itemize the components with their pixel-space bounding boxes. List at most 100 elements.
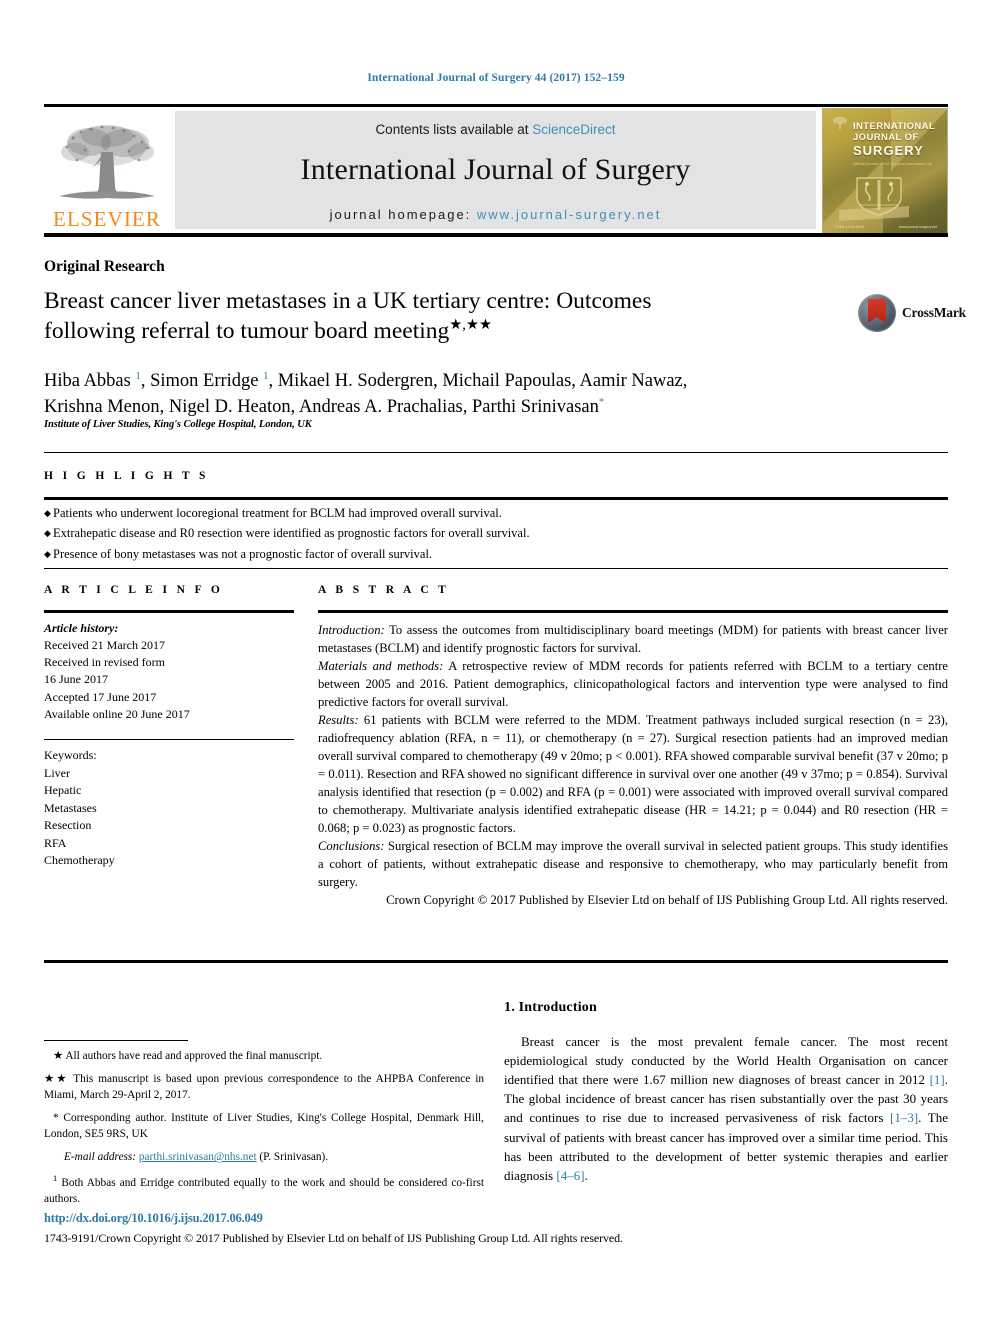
crossmark-label: CrossMark (902, 305, 966, 320)
doi-link[interactable]: http://dx.doi.org/10.1016/j.ijsu.2017.06… (44, 1211, 263, 1226)
sciencedirect-link[interactable]: ScienceDirect (532, 122, 615, 137)
keywords-block: Keywords: Liver Hepatic Metastases Resec… (44, 747, 294, 870)
footnotes-column: ★ All authors have read and approved the… (44, 1040, 484, 1214)
abstract-section: Results: 61 patients with BCLM were refe… (318, 711, 948, 837)
crossmark-circle-icon (858, 294, 896, 332)
cover-title-line2: JOURNAL OF (853, 132, 919, 144)
author-list: Hiba Abbas 1, Simon Erridge 1, Mikael H.… (44, 368, 844, 421)
cover-footer-right: www.journal-surgery.net (898, 225, 937, 229)
article-title-line2: following referral to tumour board meeti… (44, 318, 450, 345)
abstract-section-lead: Introduction: (318, 622, 385, 637)
elsevier-wordmark: ELSEVIER (53, 207, 161, 231)
cover-ribbon (839, 206, 909, 221)
history-line: Received in revised form (44, 655, 165, 670)
email-address-suffix: (P. Srinivasan). (256, 1151, 329, 1164)
bullet-icon: ◆ (44, 548, 51, 559)
keyword-item: Hepatic (44, 783, 82, 798)
introduction-column: 1. Introduction Breast cancer is the mos… (504, 1000, 948, 1185)
abstract-section: Introduction: To assess the outcomes fro… (318, 621, 948, 657)
keyword-item: Resection (44, 818, 92, 833)
masthead-center-panel: Contents lists available at ScienceDirec… (175, 111, 816, 229)
cover-subtitle: Official journal of the Surgical Associa… (853, 161, 932, 166)
author-affiliation: Institute of Liver Studies, King's Colle… (44, 419, 312, 430)
highlight-item: ◆ Presence of bony metastases was not a p… (44, 544, 948, 564)
author-line-1: Hiba Abbas 1, Simon Erridge 1, Mikael H.… (44, 369, 688, 391)
article-history-block: Article history: Received 21 March 2017 … (44, 620, 294, 724)
article-history-label: Article history: (44, 620, 119, 635)
abstract-section-lead: Materials and methods: (318, 658, 444, 673)
email-address-link[interactable]: parthi.srinivasan@nhs.net (139, 1151, 257, 1163)
keyword-item: RFA (44, 835, 67, 850)
article-title: Breast cancer liver metastases in a UK t… (44, 286, 834, 346)
history-line: 16 June 2017 (44, 672, 108, 687)
abstract-section-text: To assess the outcomes from multidiscipl… (318, 622, 948, 655)
cover-title-line1: INTERNATIONAL (853, 121, 936, 132)
footnote-separator-rule (44, 1040, 188, 1041)
elsevier-logo: ELSEVIER (46, 110, 168, 230)
journal-title: International Journal of Surgery (300, 153, 691, 186)
highlights-top-rule (44, 452, 948, 453)
abstract-section-text: Surgical resection of BCLM may improve t… (318, 838, 948, 889)
keyword-item: Chemotherapy (44, 853, 115, 868)
journal-homepage-link[interactable]: www.journal-surgery.net (477, 207, 661, 222)
abstract-section: Conclusions: Surgical resection of BCLM … (318, 837, 948, 891)
introduction-paragraph: Breast cancer is the most prevalent fema… (504, 1032, 948, 1185)
citation-ref[interactable]: [1–3] (890, 1110, 918, 1125)
highlights-mid-rule (44, 497, 948, 500)
contents-available-line: Contents lists available at ScienceDirec… (175, 111, 816, 137)
article-type-label: Original Research (44, 258, 165, 275)
journal-cover-thumbnail: INTERNATIONAL JOURNAL OF SURGERY Officia… (822, 108, 948, 234)
footnote-equal-contribution: 1 Both Abbas and Erridge contributed equ… (44, 1172, 484, 1207)
bullet-icon: ◆ (44, 508, 51, 518)
history-line: Received 21 March 2017 (44, 637, 165, 652)
elsevier-tree-icon (59, 125, 155, 199)
contents-prefix: Contents lists available at (375, 122, 533, 137)
keywords-label: Keywords: (44, 748, 97, 763)
footnote-equal-contribution-text: Both Abbas and Erridge contributed equal… (44, 1176, 484, 1205)
highlight-text: Presence of bony metastases was not a pr… (53, 546, 433, 561)
author-line-2: Krishna Menon, Nigel D. Heaton, Andreas … (44, 396, 605, 418)
history-line: Available online 20 June 2017 (44, 706, 190, 721)
abstract-rule (318, 610, 948, 613)
article-info-heading: A R T I C L E I N F O (44, 584, 224, 596)
abstract-heading: A B S T R A C T (318, 584, 450, 596)
footnote-double-star: ★★ This manuscript is based upon previou… (44, 1073, 484, 1102)
email-address-label: E-mail address: (64, 1151, 137, 1164)
cover-elsevier-icon (832, 116, 848, 130)
footnote-star: ★ All authors have read and approved the… (53, 1050, 323, 1062)
footnote-corresponding-author: * Corresponding author. Institute of Liv… (44, 1112, 484, 1141)
keyword-item: Liver (44, 765, 70, 780)
intro-text-part: Breast cancer is the most prevalent fema… (504, 1034, 948, 1088)
abstract-body: Introduction: To assess the outcomes fro… (318, 621, 948, 909)
masthead-bottom-rule (44, 233, 948, 237)
abstract-column: A B S T R A C T Introduction: To assess … (318, 584, 948, 909)
highlights-bottom-rule (44, 568, 948, 569)
abstract-section-text: 61 patients with BCLM were referred to t… (318, 712, 948, 835)
crossmark-bookmark-icon (868, 299, 886, 323)
history-line: Accepted 17 June 2017 (44, 689, 157, 704)
cover-footer-left: ISSN 1743-9191 (835, 225, 865, 229)
citation-ref[interactable]: [1] (930, 1072, 945, 1087)
keywords-rule (44, 739, 294, 741)
journal-article-page: International Journal of Surgery 44 (201… (0, 0, 992, 1323)
journal-homepage-line: journal homepage: www.journal-surgery.ne… (175, 207, 816, 222)
homepage-prefix: journal homepage: (329, 207, 477, 222)
article-info-rule (44, 610, 294, 613)
abstract-copyright: Crown Copyright © 2017 Published by Else… (386, 892, 948, 907)
highlight-item: ◆ Extrahepatic disease and R0 resection w… (44, 523, 948, 543)
highlights-heading: H I G H L I G H T S (44, 470, 209, 482)
citation-ref[interactable]: [4–6] (556, 1168, 584, 1183)
article-info-column: A R T I C L E I N F O Article history: R… (44, 584, 294, 870)
intro-text-part: . (584, 1167, 588, 1183)
running-head: International Journal of Surgery 44 (201… (367, 72, 625, 84)
highlights-list: ◆ Patients who underwent locoregional tre… (44, 503, 948, 564)
highlight-text: Patients who underwent locoregional trea… (53, 506, 502, 520)
footer-copyright: 1743-9191/Crown Copyright © 2017 Publish… (44, 1231, 623, 1245)
introduction-heading: 1. Introduction (504, 1000, 597, 1015)
abstract-section-lead: Results: (318, 712, 359, 727)
footnotes-block: ★ All authors have read and approved the… (44, 1048, 484, 1207)
abstract-section-lead: Conclusions: (318, 838, 385, 853)
crossmark-badge[interactable]: CrossMark (858, 294, 966, 334)
abstract-section: Materials and methods: A retrospective r… (318, 657, 948, 711)
cover-title-line3: SURGERY (853, 143, 924, 159)
